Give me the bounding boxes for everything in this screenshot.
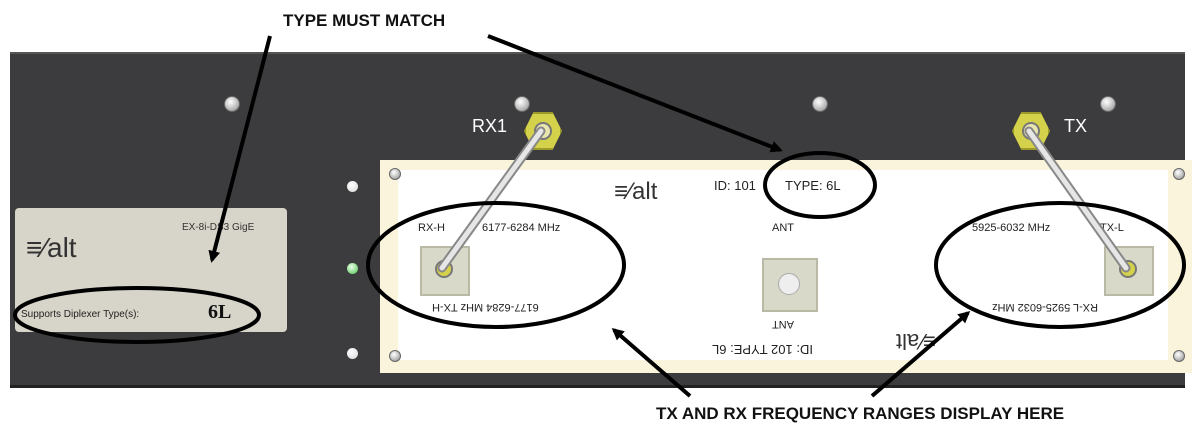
highlight-ring-tx-frequency <box>934 201 1186 329</box>
arrow-to-supported-type <box>208 35 272 263</box>
annotation-overlay <box>13 34 1186 398</box>
highlight-ring-type-top <box>763 151 877 219</box>
rx1-cable <box>437 126 546 273</box>
highlight-ring-supported-type <box>13 286 261 344</box>
arrow-to-type-top <box>487 34 783 153</box>
highlight-ring-rx-frequency <box>366 201 626 329</box>
tx-cable <box>1024 126 1131 273</box>
arrow-to-tx-frequency <box>870 311 971 398</box>
arrow-to-rx-frequency <box>611 328 692 398</box>
